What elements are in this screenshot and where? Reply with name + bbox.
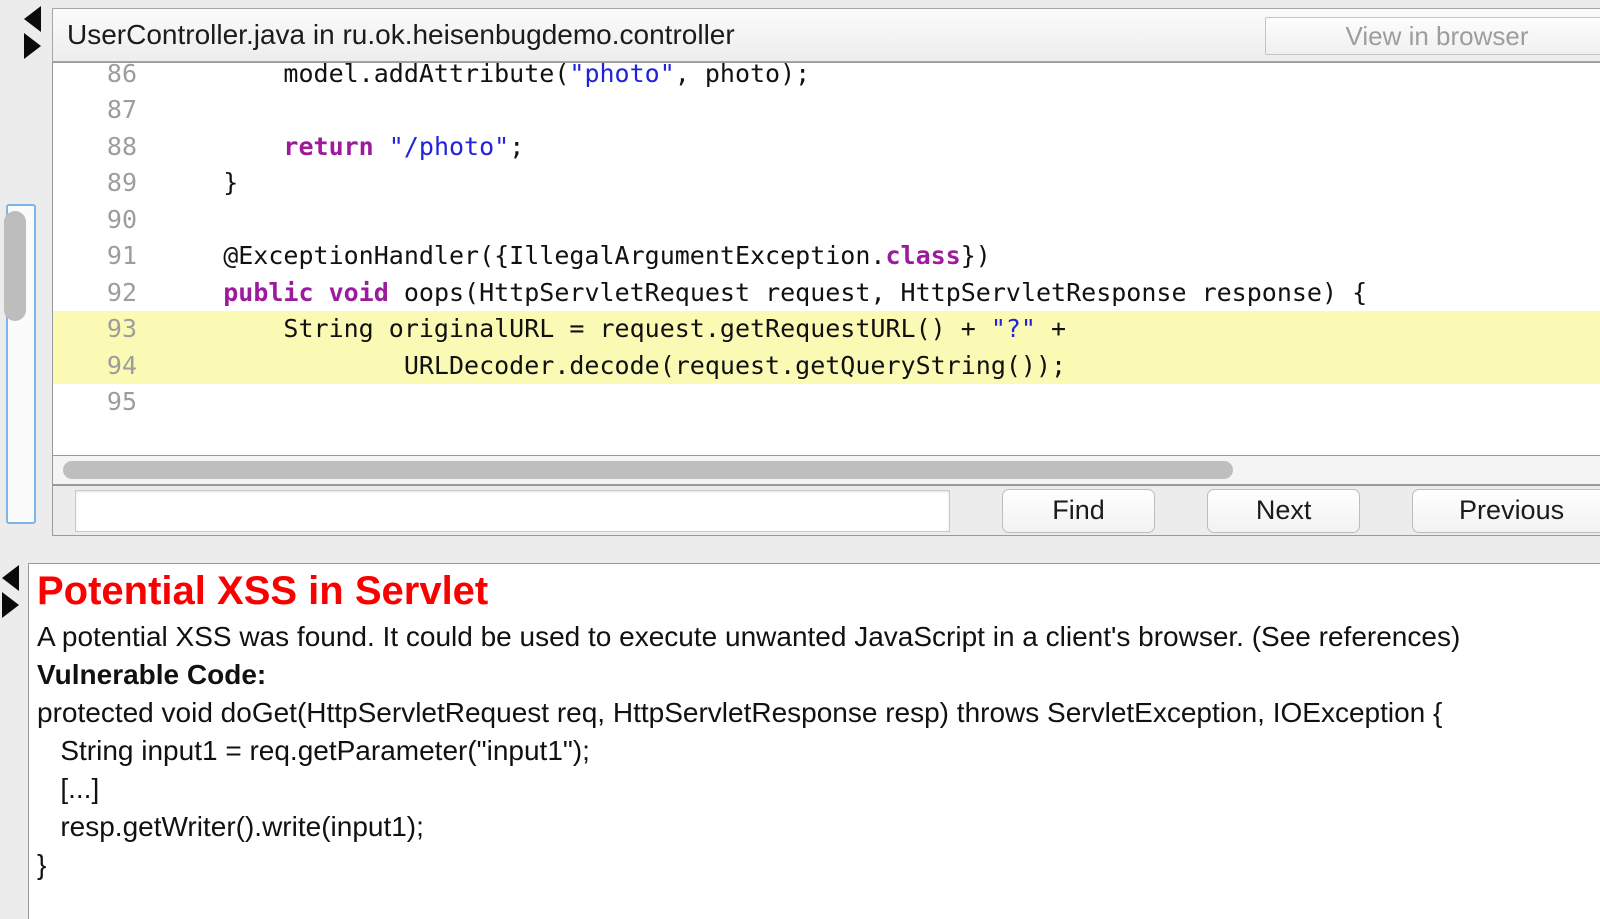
code-line[interactable]: 91 @ExceptionHandler({IllegalArgumentExc… [53,238,1600,275]
code-line-text: } [163,168,239,198]
collapse-left-arrow-icon[interactable] [24,6,41,32]
code-line[interactable]: 89 } [53,165,1600,202]
code-line-number: 92 [106,277,137,307]
find-toolbar: Find Next Previous [52,484,1600,536]
code-line[interactable]: 93 String originalURL = request.getReque… [53,310,1600,347]
code-line-number: 88 [106,131,137,161]
source-code-panel: UserController.java in ru.ok.heisenbugde… [0,0,1600,537]
find-input[interactable] [75,489,950,532]
find-previous-button[interactable]: Previous [1412,488,1600,533]
find-button[interactable]: Find [1001,488,1156,533]
source-header-bar: UserController.java in ru.ok.heisenbugde… [52,8,1600,62]
description-panel-nav-arrows[interactable] [2,565,24,618]
code-viewport[interactable]: 86 model.addAttribute("photo", photo); 87… [52,62,1600,456]
code-line[interactable]: 90 [53,201,1600,238]
code-line-text: public void oops(HttpServletRequest requ… [223,277,1368,307]
code-line-text: String originalURL = request.getRequestU… [163,314,1067,344]
vulnerable-code-line: [...] [37,773,100,804]
code-line-text: model.addAttribute("photo", photo); [163,62,811,88]
code-line[interactable]: 94 URLDecoder.decode(request.getQueryStr… [53,347,1600,384]
code-line-number: 94 [106,350,137,380]
code-line-text: URLDecoder.decode(request.getQueryString… [163,350,1067,380]
expand-right-arrow-icon[interactable] [24,33,41,59]
panel-splitter[interactable] [0,537,1600,555]
code-line-number: 90 [106,204,137,234]
app-root: UserController.java in ru.ok.heisenbugde… [0,0,1600,919]
code-line[interactable]: 86 model.addAttribute("photo", photo); [53,62,1600,92]
vulnerable-code-line: protected void doGet(HttpServletRequest … [37,697,1443,728]
code-line[interactable]: 92 public void oops(HttpServletRequest r… [53,274,1600,311]
description-content: Potential XSS in Servlet A potential XSS… [28,563,1600,919]
source-panel-nav-arrows[interactable] [24,6,46,59]
code-vertical-scrollbar-thumb[interactable] [4,211,26,321]
find-next-button[interactable]: Next [1207,488,1361,533]
vulnerable-code-line: String input1 = req.getParameter("input1… [37,735,590,766]
code-horizontal-scrollbar[interactable] [52,456,1600,484]
code-line-number: 93 [106,314,137,344]
code-line-number: 86 [106,62,137,88]
collapse-left-arrow-icon[interactable] [2,565,19,591]
code-lines-container: 86 model.addAttribute("photo", photo); 87… [53,62,1600,421]
code-vertical-scrollbar[interactable] [4,204,36,524]
code-line[interactable]: 95 [53,384,1600,421]
vulnerable-code-line: } [37,849,47,880]
code-line-number: 87 [106,95,137,125]
vulnerable-code-label: Vulnerable Code: [37,659,267,690]
vulnerability-description-text: A potential XSS was found. It could be u… [37,621,1461,652]
code-line[interactable]: 87 [53,92,1600,129]
expand-right-arrow-icon[interactable] [2,592,19,618]
view-in-browser-button[interactable]: View in browser [1265,17,1600,55]
code-horizontal-scrollbar-thumb[interactable] [63,461,1233,479]
vulnerability-description-panel: Potential XSS in Servlet A potential XSS… [0,555,1600,919]
code-line-number: 89 [106,168,137,198]
code-line-text: @ExceptionHandler({IllegalArgumentExcept… [163,241,991,271]
vulnerable-code-block: protected void doGet(HttpServletRequest … [35,694,1600,884]
code-line-number: 91 [106,241,137,271]
code-line-text: return "/photo"; [283,131,525,161]
code-line-number: 95 [106,387,137,417]
vulnerable-code-line: resp.getWriter().write(input1); [37,811,424,842]
code-line[interactable]: 88 return "/photo"; [53,128,1600,165]
vulnerability-title: Potential XSS in Servlet [37,569,489,613]
source-file-title: UserController.java in ru.ok.heisenbugde… [67,19,735,50]
